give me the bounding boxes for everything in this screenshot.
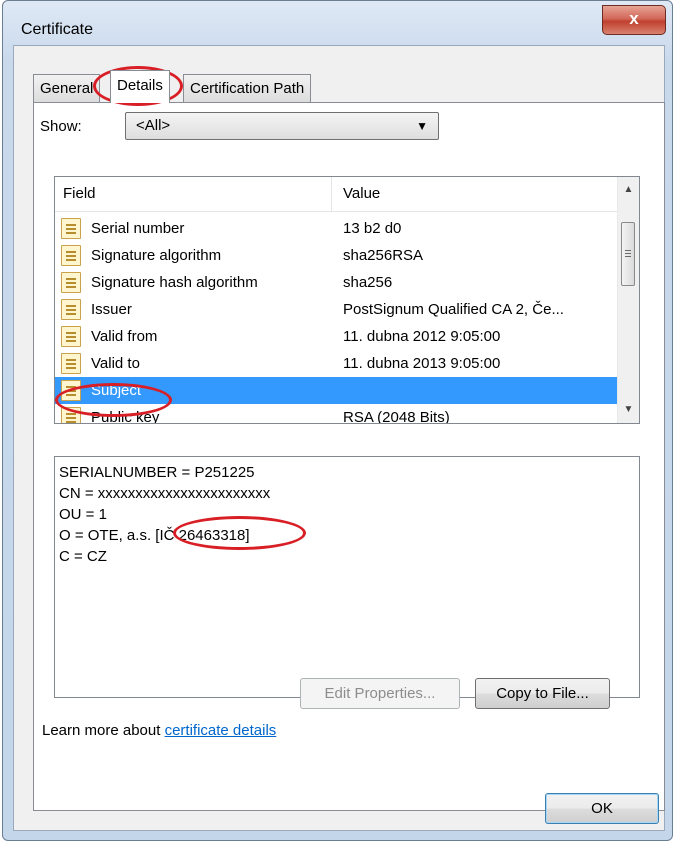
scroll-up-icon[interactable]: ▲ xyxy=(618,180,639,200)
list-row[interactable]: Valid to 11. dubna 2013 9:05:00 xyxy=(55,350,618,377)
row-value: RSA (2048 Bits) xyxy=(343,409,450,424)
dialog-client-area: General Details Certification Path Show:… xyxy=(13,45,665,831)
list-row[interactable]: Signature hash algorithm sha256 xyxy=(55,269,618,296)
row-field: Valid to xyxy=(91,355,140,372)
scroll-thumb[interactable] xyxy=(621,222,635,286)
close-button[interactable]: x xyxy=(602,5,666,35)
list-row[interactable]: Signature algorithm sha256RSA xyxy=(55,242,618,269)
list-row[interactable]: Issuer PostSignum Qualified CA 2, Če... xyxy=(55,296,618,323)
row-field: Issuer xyxy=(91,301,132,318)
row-field: Signature hash algorithm xyxy=(91,274,258,291)
learn-more-prefix: Learn more about xyxy=(42,722,165,739)
certificate-field-icon xyxy=(61,407,81,423)
show-dropdown[interactable]: <All> ▼ xyxy=(125,112,439,140)
row-field: Subject xyxy=(91,382,142,399)
list-row[interactable]: Subject xyxy=(55,377,618,404)
row-field: Public key xyxy=(91,409,160,424)
row-field: Valid from xyxy=(91,328,158,345)
certificate-field-icon xyxy=(61,218,81,239)
copy-to-file-button[interactable]: Copy to File... xyxy=(475,678,610,709)
row-field: Signature algorithm xyxy=(91,247,222,264)
list-row[interactable]: Serial number 13 b2 d0 xyxy=(55,215,618,242)
certificate-field-icon xyxy=(61,245,81,266)
close-icon: x xyxy=(629,9,639,28)
tab-certification-path[interactable]: Certification Path xyxy=(183,74,312,102)
certificate-window: Certificate x General Details Certificat… xyxy=(2,0,673,841)
field-detail-box[interactable]: SERIALNUMBER = P251225 CN = xxxxxxxxxxxx… xyxy=(54,456,640,698)
certificate-field-icon xyxy=(61,380,81,401)
list-row[interactable]: Public key RSA (2048 Bits) xyxy=(55,404,618,424)
tab-details[interactable]: Details xyxy=(110,70,170,103)
list-row[interactable]: Valid from 11. dubna 2012 9:05:00 xyxy=(55,323,618,350)
row-value: sha256RSA xyxy=(343,247,424,264)
column-divider[interactable] xyxy=(331,177,332,211)
row-field: Serial number xyxy=(91,220,185,237)
certificate-field-icon xyxy=(61,272,81,293)
row-value: 11. dubna 2012 9:05:00 xyxy=(343,328,501,345)
detail-line: C = CZ xyxy=(59,548,107,565)
detail-line: CN = xxxxxxxxxxxxxxxxxxxxxxx xyxy=(59,485,271,502)
list-header: Field Value xyxy=(55,177,618,212)
ok-button[interactable]: OK xyxy=(545,793,659,824)
column-header-value[interactable]: Value xyxy=(343,177,380,211)
certificate-details-link[interactable]: certificate details xyxy=(165,722,277,739)
show-label: Show: xyxy=(40,118,82,135)
list-scrollbar[interactable]: ▲ ▼ xyxy=(617,177,639,423)
certificate-field-icon xyxy=(61,353,81,374)
learn-more-text: Learn more about certificate details xyxy=(42,722,276,739)
certificate-field-icon xyxy=(61,326,81,347)
row-value: PostSignum Qualified CA 2, Če... xyxy=(343,301,564,318)
detail-line: SERIALNUMBER = P251225 xyxy=(59,464,255,481)
chevron-down-icon: ▼ xyxy=(416,119,428,133)
detail-line: O = OTE, a.s. [IČ 26463318] xyxy=(59,527,250,544)
show-dropdown-value: <All> xyxy=(136,117,171,134)
row-value: 11. dubna 2013 9:05:00 xyxy=(343,355,501,372)
column-header-field[interactable]: Field xyxy=(63,177,96,211)
detail-line: OU = 1 xyxy=(59,506,107,523)
window-title: Certificate xyxy=(21,21,94,38)
certificate-field-icon xyxy=(61,299,81,320)
scroll-down-icon[interactable]: ▼ xyxy=(618,400,639,420)
tab-general[interactable]: General xyxy=(33,74,101,102)
row-value: sha256 xyxy=(343,274,393,291)
row-value: 13 b2 d0 xyxy=(343,220,402,237)
edit-properties-button[interactable]: Edit Properties... xyxy=(300,678,460,709)
field-list[interactable]: Field Value Serial number 13 b2 d0 Signatu… xyxy=(54,176,640,424)
